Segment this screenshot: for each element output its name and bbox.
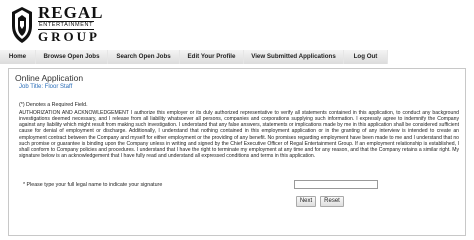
signature-input[interactable]	[294, 180, 378, 189]
authorization-text: AUTHORIZATION AND ACKNOWLEDGEMENT I auth…	[19, 110, 459, 160]
next-button[interactable]: Next	[296, 196, 316, 207]
page-title: Online Application	[15, 73, 84, 83]
reset-button[interactable]: Reset	[320, 196, 344, 207]
application-panel: Online Application Job Title: Floor Staf…	[8, 68, 466, 236]
nav-home[interactable]: Home	[0, 50, 36, 64]
main-nav: Home Browse Open Jobs Search Open Jobs E…	[0, 50, 474, 64]
nav-view-submitted-applications[interactable]: View Submitted Applications	[244, 50, 344, 64]
nav-search-open-jobs[interactable]: Search Open Jobs	[108, 50, 180, 64]
header: REGAL ENTERTAINMENT GROUP	[0, 0, 474, 50]
logo-text-regal: REGAL	[38, 3, 104, 22]
crest-icon	[12, 7, 32, 43]
regal-logo[interactable]: REGAL ENTERTAINMENT GROUP	[10, 4, 110, 46]
nav-browse-open-jobs[interactable]: Browse Open Jobs	[36, 50, 108, 64]
nav-edit-your-profile[interactable]: Edit Your Profile	[180, 50, 244, 64]
required-field-note: (*) Denotes a Required Field.	[19, 102, 88, 108]
signature-label: * Please type your full legal name to in…	[23, 182, 163, 188]
logo-text-group: GROUP	[38, 29, 100, 44]
nav-log-out[interactable]: Log Out	[344, 50, 388, 64]
job-title: Job Title: Floor Staff	[19, 84, 73, 90]
